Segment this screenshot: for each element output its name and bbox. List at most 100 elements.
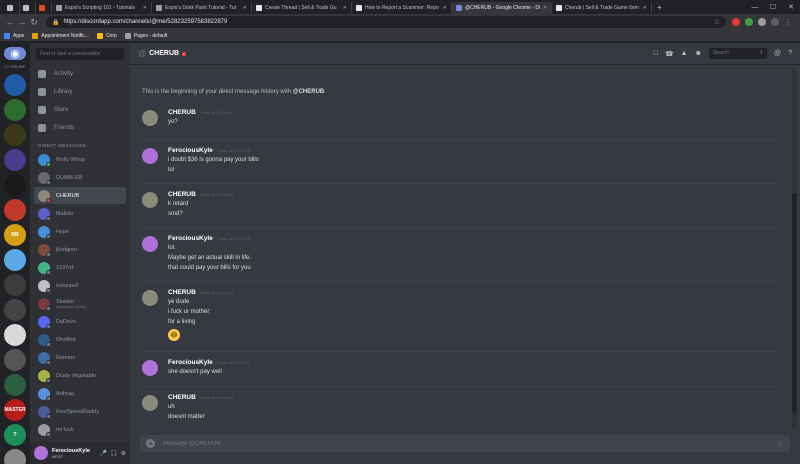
dm-item[interactable]: CHERUB bbox=[34, 187, 126, 204]
sidebar-item-activity[interactable]: Activity bbox=[34, 65, 126, 82]
message-author[interactable]: CHERUB bbox=[168, 289, 196, 296]
tab-close-icon[interactable]: ✕ bbox=[141, 5, 147, 11]
new-tab-icon[interactable]: + bbox=[652, 2, 667, 14]
tab-close-icon[interactable]: ✕ bbox=[341, 5, 347, 11]
tab-close-icon[interactable]: ✕ bbox=[241, 5, 247, 11]
upload-plus-icon[interactable]: + bbox=[146, 439, 155, 448]
server-icon[interactable]: T bbox=[4, 424, 26, 446]
server-icon[interactable] bbox=[4, 149, 26, 171]
extension-icon[interactable] bbox=[732, 18, 740, 26]
emoji-picker-icon[interactable]: ☺ bbox=[776, 439, 784, 448]
sidebar-item-library[interactable]: Library bbox=[34, 83, 126, 100]
message-author[interactable]: CHERUB bbox=[168, 394, 196, 401]
server-icon[interactable] bbox=[4, 349, 26, 371]
extension-icon[interactable] bbox=[758, 18, 766, 26]
bookmark-item[interactable]: Corp bbox=[96, 32, 117, 39]
server-icon[interactable]: RB bbox=[4, 224, 26, 246]
discord-home-icon[interactable]: ◉ bbox=[4, 47, 26, 60]
message-author[interactable]: CHERUB bbox=[168, 109, 196, 116]
url-input[interactable]: 🔒 https://discordapp.com/channels/@me/52… bbox=[46, 16, 726, 28]
message-author[interactable]: CHERUB bbox=[168, 191, 196, 198]
bookmark-item[interactable]: Pages - default bbox=[124, 32, 167, 39]
tab-close-icon[interactable]: ✕ bbox=[541, 5, 547, 11]
back-icon[interactable]: ← bbox=[4, 17, 16, 27]
server-icon[interactable] bbox=[4, 274, 26, 296]
dm-item[interactable]: Sinister Listening to Spotify bbox=[34, 295, 126, 312]
forward-icon[interactable]: → bbox=[16, 17, 28, 27]
dm-item[interactable]: DUMBLEB bbox=[34, 169, 126, 186]
browser-tab[interactable] bbox=[4, 2, 20, 14]
message-avatar[interactable] bbox=[142, 110, 158, 126]
mute-microphone-icon[interactable]: 🎤 bbox=[100, 450, 107, 457]
tab-close-icon[interactable]: ✕ bbox=[641, 5, 647, 11]
user-settings-gear-icon[interactable]: ⚙ bbox=[121, 450, 126, 457]
browser-tab[interactable]: Espio's Scripting 101 - Tutorials ✕ bbox=[52, 2, 152, 14]
message-avatar[interactable] bbox=[142, 192, 158, 208]
message-avatar[interactable] bbox=[142, 290, 158, 306]
reload-icon[interactable]: ↻ bbox=[28, 17, 40, 28]
server-icon[interactable]: MASTER bbox=[4, 399, 26, 421]
message-author[interactable]: FerociousKyle bbox=[168, 235, 213, 242]
server-icon[interactable] bbox=[4, 74, 26, 96]
message-input[interactable] bbox=[163, 440, 776, 447]
message-avatar[interactable] bbox=[142, 360, 158, 376]
sidebar-item-friends[interactable]: Friends bbox=[34, 119, 126, 136]
server-icon[interactable] bbox=[4, 324, 26, 346]
menu-kebab-icon[interactable]: ⋮ bbox=[784, 18, 792, 27]
dm-item[interactable]: Dusty Vegetable bbox=[34, 367, 126, 384]
bookmark-item[interactable]: Apps bbox=[4, 32, 24, 39]
browser-tab[interactable]: Espio's Dank Paint Tutorial - Tut ✕ bbox=[152, 2, 252, 14]
mentions-icon[interactable]: @ bbox=[774, 50, 781, 57]
server-icon[interactable] bbox=[4, 449, 26, 464]
dm-item[interactable]: Hype bbox=[34, 223, 126, 240]
server-icon[interactable] bbox=[4, 374, 26, 396]
browser-tab[interactable]: Cherub | Sell & Trade Game Item ✕ bbox=[552, 2, 652, 14]
add-friend-icon[interactable]: ☻ bbox=[695, 50, 702, 57]
dm-item[interactable]: jkodgren bbox=[34, 241, 126, 258]
maximize-icon[interactable]: ☐ bbox=[764, 2, 782, 14]
dm-item[interactable]: Ironpaw2 bbox=[34, 277, 126, 294]
message-avatar[interactable] bbox=[142, 148, 158, 164]
dm-item[interactable]: Molly Whop bbox=[34, 151, 126, 168]
search-input[interactable]: Search ⚲ bbox=[708, 48, 767, 59]
server-icon[interactable] bbox=[4, 299, 26, 321]
dm-item[interactable]: DaDeva bbox=[34, 313, 126, 330]
server-icon[interactable] bbox=[4, 174, 26, 196]
dm-item[interactable]: Remmo bbox=[34, 349, 126, 366]
sidebar-item-store[interactable]: Store bbox=[34, 101, 126, 118]
deafen-headphones-icon[interactable]: 🎧 bbox=[110, 450, 117, 457]
dm-item[interactable]: mr luck bbox=[34, 421, 126, 438]
profile-avatar-icon[interactable] bbox=[771, 18, 779, 26]
browser-tab[interactable]: @CHERUB - Google Chrome - Di ✕ bbox=[452, 2, 552, 14]
dm-item[interactable]: 1237rd bbox=[34, 259, 126, 276]
dm-item[interactable]: FourSpeedDaddy bbox=[34, 403, 126, 420]
server-icon[interactable] bbox=[4, 124, 26, 146]
extension-icon[interactable] bbox=[745, 18, 753, 26]
message-author[interactable]: FerociousKyle bbox=[168, 147, 213, 154]
dm-item[interactable]: Arthrag bbox=[34, 385, 126, 402]
video-call-icon[interactable]: □ bbox=[654, 50, 658, 57]
browser-tab[interactable]: Create Thread | Sell & Trade Gu ✕ bbox=[252, 2, 352, 14]
voice-call-icon[interactable]: ☎ bbox=[665, 50, 674, 58]
server-icon[interactable] bbox=[4, 99, 26, 121]
server-icon[interactable] bbox=[4, 199, 26, 221]
user-avatar[interactable] bbox=[34, 446, 48, 460]
browser-tab[interactable] bbox=[20, 2, 36, 14]
message-avatar[interactable] bbox=[142, 236, 158, 252]
bookmark-item[interactable]: Appointment Notific... bbox=[32, 32, 89, 39]
help-icon[interactable]: ? bbox=[788, 50, 792, 57]
server-icon[interactable] bbox=[4, 249, 26, 271]
dm-item[interactable]: Malloki bbox=[34, 205, 126, 222]
browser-tab[interactable]: How to Report a Scammer: Repo ✕ bbox=[352, 2, 452, 14]
bookmark-star-icon[interactable]: ☆ bbox=[714, 18, 720, 26]
message-avatar[interactable] bbox=[142, 395, 158, 411]
find-conversation-input[interactable]: Find or start a conversation bbox=[36, 48, 124, 60]
scrollbar-thumb[interactable] bbox=[792, 193, 797, 413]
browser-tab[interactable] bbox=[36, 2, 52, 14]
tab-close-icon[interactable]: ✕ bbox=[441, 5, 447, 11]
minimize-icon[interactable]: — bbox=[746, 2, 764, 14]
close-icon[interactable]: ✕ bbox=[782, 2, 800, 14]
message-author[interactable]: FerociousKyle bbox=[168, 359, 213, 366]
pinned-messages-icon[interactable]: ▲ bbox=[681, 50, 688, 57]
dm-item[interactable]: Ohoffed bbox=[34, 331, 126, 348]
